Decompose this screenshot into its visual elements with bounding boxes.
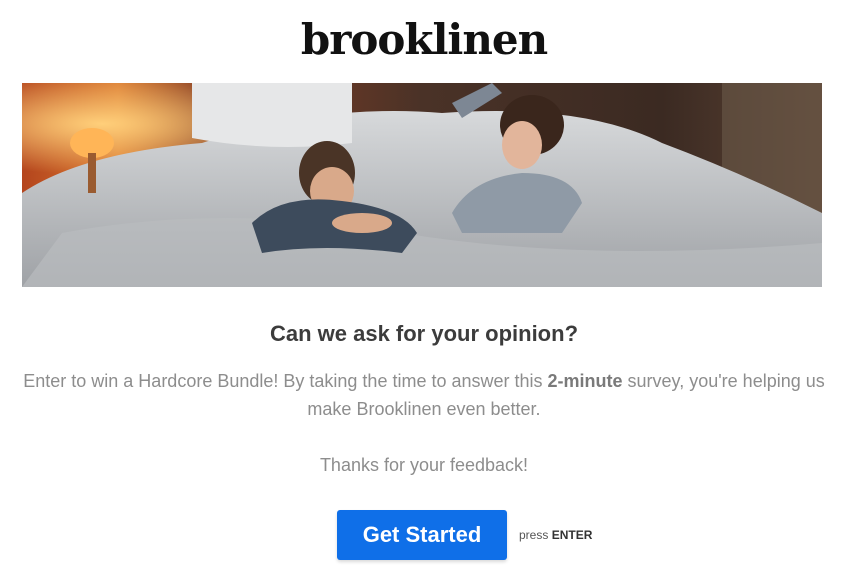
survey-headline: Can we ask for your opinion? <box>269 321 579 346</box>
enter-key-label: ENTER <box>551 528 593 542</box>
keyboard-hint-prefix: press <box>519 528 549 542</box>
description-text: Enter to win a Hardcore Bundle! By takin… <box>23 371 548 391</box>
brand-logo: brooklinen <box>300 15 548 64</box>
keyboard-hint: press ENTER <box>519 528 592 542</box>
survey-description: Enter to win a Hardcore Bundle! By takin… <box>14 367 834 423</box>
get-started-button[interactable]: Get Started <box>337 510 507 560</box>
cta-row: Get Started press ENTER <box>337 510 592 560</box>
thanks-message: Thanks for your feedback! <box>319 455 529 475</box>
duration-emphasis: 2-minute <box>547 371 623 391</box>
hero-image <box>22 83 822 287</box>
